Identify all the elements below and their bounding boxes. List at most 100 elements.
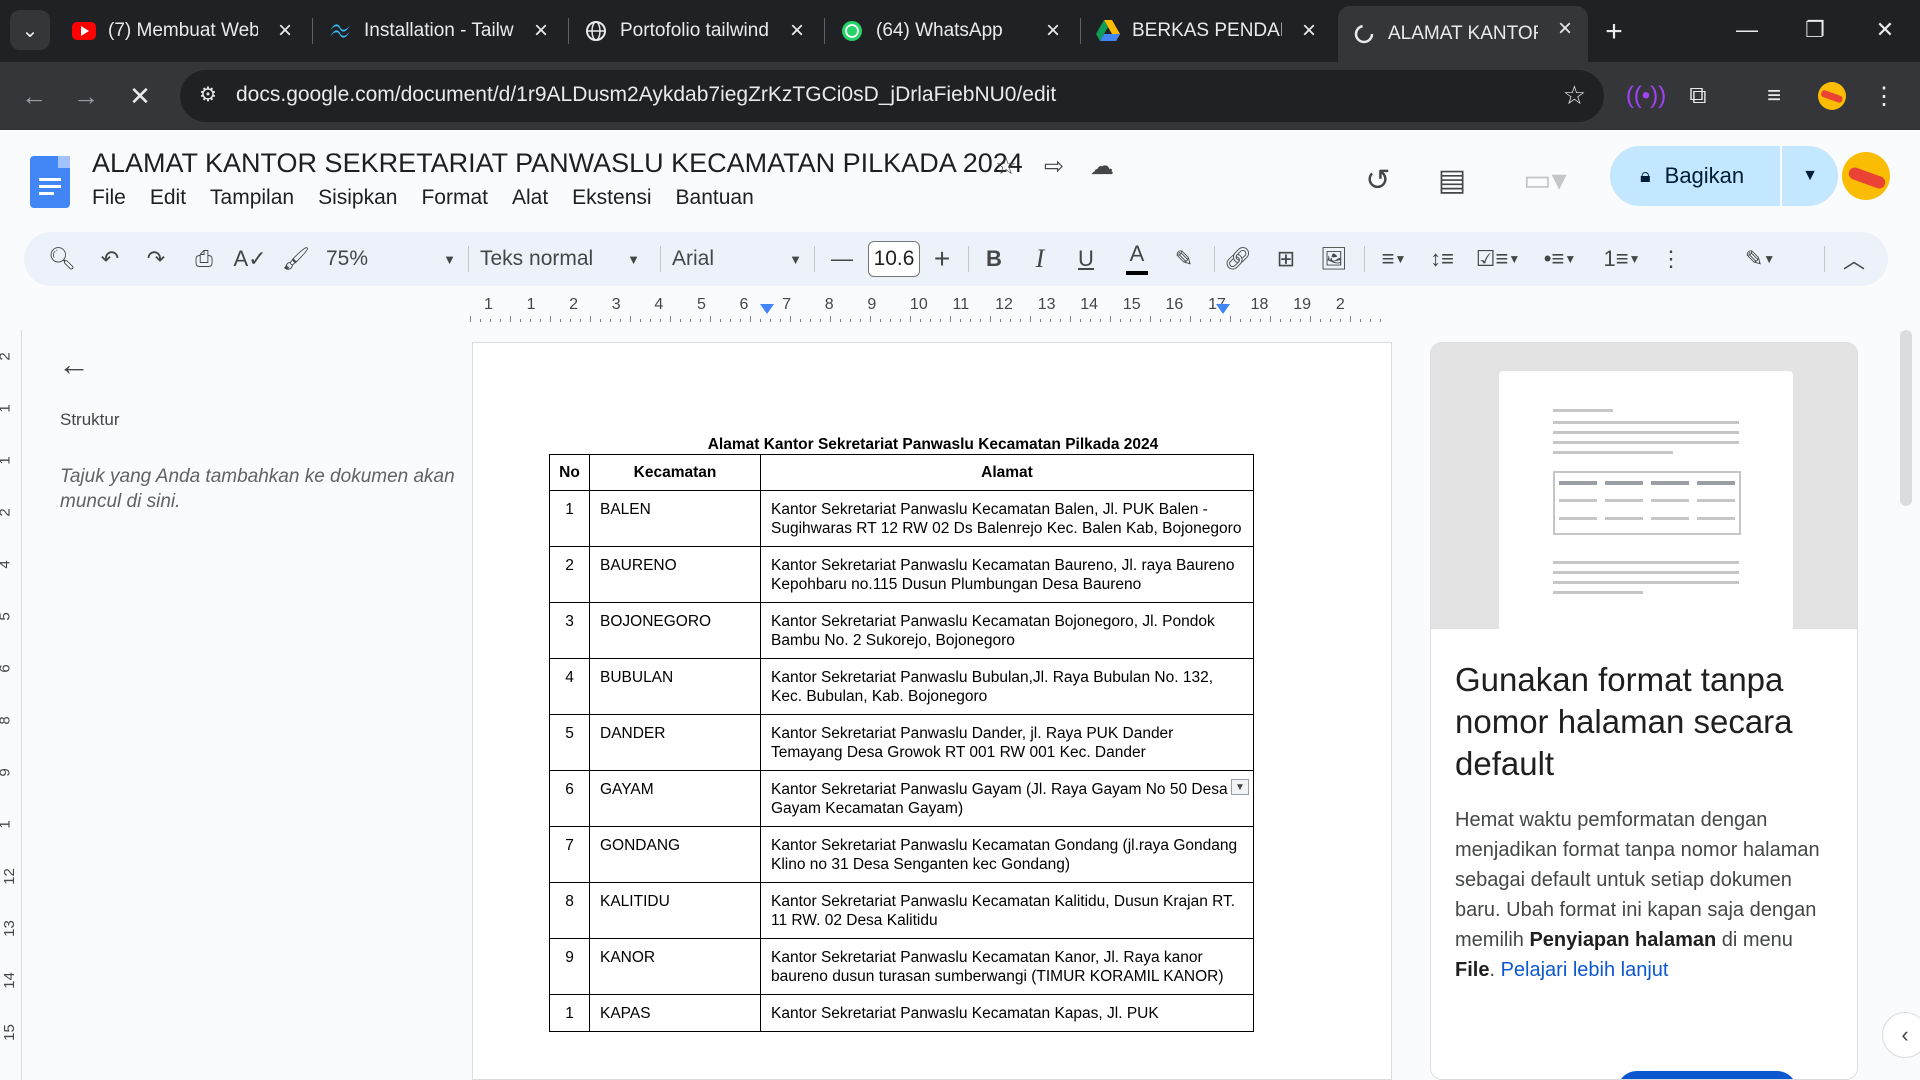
close-outline-arrow-icon[interactable]: ← (58, 346, 90, 383)
cell-no[interactable]: 5 (549, 714, 590, 771)
bold-icon[interactable]: B (976, 241, 1012, 277)
align-select-icon[interactable]: ≡ ▼ (1368, 241, 1420, 277)
close-icon[interactable]: × (790, 17, 804, 45)
cell-no[interactable]: 9 (549, 938, 590, 995)
cell-alamat[interactable]: Kantor Sekretariat Panwaslu Kecamatan Bo… (760, 602, 1254, 659)
cell-dropdown-icon[interactable]: ▼ (1231, 779, 1249, 795)
account-avatar[interactable] (1842, 152, 1890, 200)
cell-no[interactable]: 8 (549, 882, 590, 939)
left-indent-marker[interactable] (760, 304, 774, 314)
underline-icon[interactable]: U (1068, 241, 1104, 277)
cell-alamat[interactable]: Kantor Sekretariat Panwaslu Kecamatan Go… (760, 826, 1254, 883)
column-header-kecamatan[interactable]: Kecamatan (589, 454, 761, 491)
minimize-button[interactable]: — (1722, 10, 1772, 50)
cell-no[interactable]: 3 (549, 602, 590, 659)
cell-alamat[interactable]: Kantor Sekretariat Panwaslu Gayam (Jl. R… (760, 770, 1254, 827)
cell-kecamatan[interactable]: GONDANG (589, 826, 761, 883)
highlight-icon[interactable]: ✎ (1166, 241, 1202, 277)
numbered-list-icon[interactable]: 1≡ ▼ (1594, 241, 1650, 277)
cell-no[interactable]: 7 (549, 826, 590, 883)
cell-kecamatan[interactable]: KANOR (589, 938, 761, 995)
tab-youtube[interactable]: (7) Membuat Website × (58, 8, 308, 54)
print-icon[interactable]: ⎙ (186, 241, 222, 277)
cell-no[interactable]: 4 (549, 658, 590, 715)
cell-kecamatan[interactable]: DANDER (589, 714, 761, 771)
line-spacing-icon[interactable]: ↕≡ (1424, 241, 1460, 277)
menu-help[interactable]: Bantuan (676, 186, 754, 210)
right-indent-marker[interactable] (1216, 304, 1230, 314)
cell-kecamatan[interactable]: BOJONEGORO (589, 602, 761, 659)
bookmark-star-icon[interactable]: ☆ (1563, 80, 1586, 111)
document-page[interactable]: Alamat Kantor Sekretariat Panwaslu Kecam… (472, 342, 1392, 1080)
profile-avatar-icon[interactable] (1814, 78, 1850, 114)
paragraph-style-select[interactable]: Teks normal ▼ (470, 241, 650, 277)
share-button[interactable]: 🔒︎ Bagikan (1610, 146, 1780, 206)
hide-menus-icon[interactable]: ︿ (1836, 241, 1872, 277)
stop-loading-button[interactable]: ✕ (120, 76, 160, 116)
increase-font-size-icon[interactable]: + (924, 241, 960, 277)
add-comment-icon[interactable]: ⊞ (1268, 241, 1304, 277)
tab-drive[interactable]: BERKAS PENDAFTARAN × (1082, 8, 1332, 54)
paint-format-icon[interactable]: 🖌︎ (278, 241, 314, 277)
move-folder-icon[interactable]: ⇨ (1038, 150, 1070, 182)
menu-view[interactable]: Tampilan (210, 186, 294, 210)
column-header-alamat[interactable]: Alamat (760, 454, 1254, 491)
card-primary-button[interactable] (1617, 1071, 1797, 1079)
menu-format[interactable]: Format (421, 186, 488, 210)
side-panel-toggle-button[interactable]: ‹ (1882, 1012, 1920, 1058)
cell-alamat[interactable]: Kantor Sekretariat Panwaslu Kecamatan Ka… (760, 994, 1254, 1032)
close-window-button[interactable]: ✕ (1860, 10, 1910, 50)
cell-alamat[interactable]: Kantor Sekretariat Panwaslu Kecamatan Ba… (760, 546, 1254, 603)
column-header-no[interactable]: No (549, 454, 590, 491)
tab-search-button[interactable]: ⌄ (10, 10, 50, 50)
cell-kecamatan[interactable]: KALITIDU (589, 882, 761, 939)
checklist-icon[interactable]: ☑≡ ▼ (1470, 241, 1526, 277)
zoom-select[interactable]: 75% ▼ (326, 241, 456, 277)
restore-button[interactable]: ❐ (1790, 10, 1840, 50)
decrease-font-size-icon[interactable]: — (824, 241, 860, 277)
cell-kecamatan[interactable]: KAPAS (589, 994, 761, 1032)
cell-kecamatan[interactable]: BUBULAN (589, 658, 761, 715)
bulleted-list-icon[interactable]: •≡ ▼ (1532, 241, 1588, 277)
browser-menu-icon[interactable]: ⋮ (1866, 78, 1902, 114)
tab-tailwind[interactable]: Installation - Tailwind × (314, 8, 564, 54)
comments-icon[interactable]: ▤ (1430, 158, 1474, 202)
search-menus-icon[interactable]: 🔍︎ (44, 241, 80, 277)
link-icon[interactable]: 🔗︎ (1220, 241, 1256, 277)
insert-image-icon[interactable]: 🖼︎ (1316, 241, 1352, 277)
learn-more-link[interactable]: Pelajari lebih lanjut (1501, 959, 1669, 981)
address-table[interactable]: No Kecamatan Alamat 1 BALEN Kantor Sekreta… (549, 454, 1254, 1032)
undo-icon[interactable]: ↶ (92, 241, 128, 277)
close-icon[interactable]: × (278, 17, 292, 45)
font-family-select[interactable]: Arial ▼ (662, 241, 812, 277)
site-info-icon[interactable]: ⚙ (194, 82, 222, 110)
italic-icon[interactable]: I (1022, 241, 1058, 277)
cell-no[interactable]: 2 (549, 546, 590, 603)
cloud-status-icon[interactable]: ☁ (1086, 150, 1118, 182)
close-icon[interactable]: × (1558, 15, 1572, 43)
address-bar[interactable]: ⚙ docs.google.com/document/d/1r9ALDusm2A… (180, 70, 1604, 122)
cell-alamat[interactable]: Kantor Sekretariat Panwaslu Kecamatan Ka… (760, 938, 1254, 995)
vertical-scrollbar[interactable] (1900, 330, 1912, 506)
cell-alamat[interactable]: Kantor Sekretariat Panwaslu Kecamatan Ba… (760, 490, 1254, 547)
menu-extensions[interactable]: Ekstensi (572, 186, 651, 210)
menu-edit[interactable]: Edit (150, 186, 186, 210)
more-options-icon[interactable]: ⋮ (1656, 241, 1686, 277)
close-icon[interactable]: × (1302, 17, 1316, 45)
redo-icon[interactable]: ↷ (138, 241, 174, 277)
spellcheck-icon[interactable]: A✓ (232, 241, 268, 277)
forward-button[interactable]: → (66, 76, 106, 116)
close-icon[interactable]: × (534, 17, 548, 45)
star-icon[interactable]: ☆ (990, 150, 1022, 182)
cell-kecamatan[interactable]: BAURENO (589, 546, 761, 603)
menu-insert[interactable]: Sisipkan (318, 186, 397, 210)
cell-alamat[interactable]: Kantor Sekretariat Panwaslu Dander, jl. … (760, 714, 1254, 771)
meet-camera-icon[interactable]: ▭▾ (1510, 158, 1580, 202)
cell-kecamatan[interactable]: GAYAM (589, 770, 761, 827)
back-button[interactable]: ← (14, 76, 54, 116)
cell-no[interactable]: 6 (549, 770, 590, 827)
tab-whatsapp[interactable]: (64) WhatsApp × (826, 8, 1076, 54)
cell-kecamatan[interactable]: BALEN (589, 490, 761, 547)
extensions-puzzle-icon[interactable]: ⧉ (1680, 78, 1716, 114)
share-dropdown-button[interactable]: ▼ (1782, 146, 1838, 206)
